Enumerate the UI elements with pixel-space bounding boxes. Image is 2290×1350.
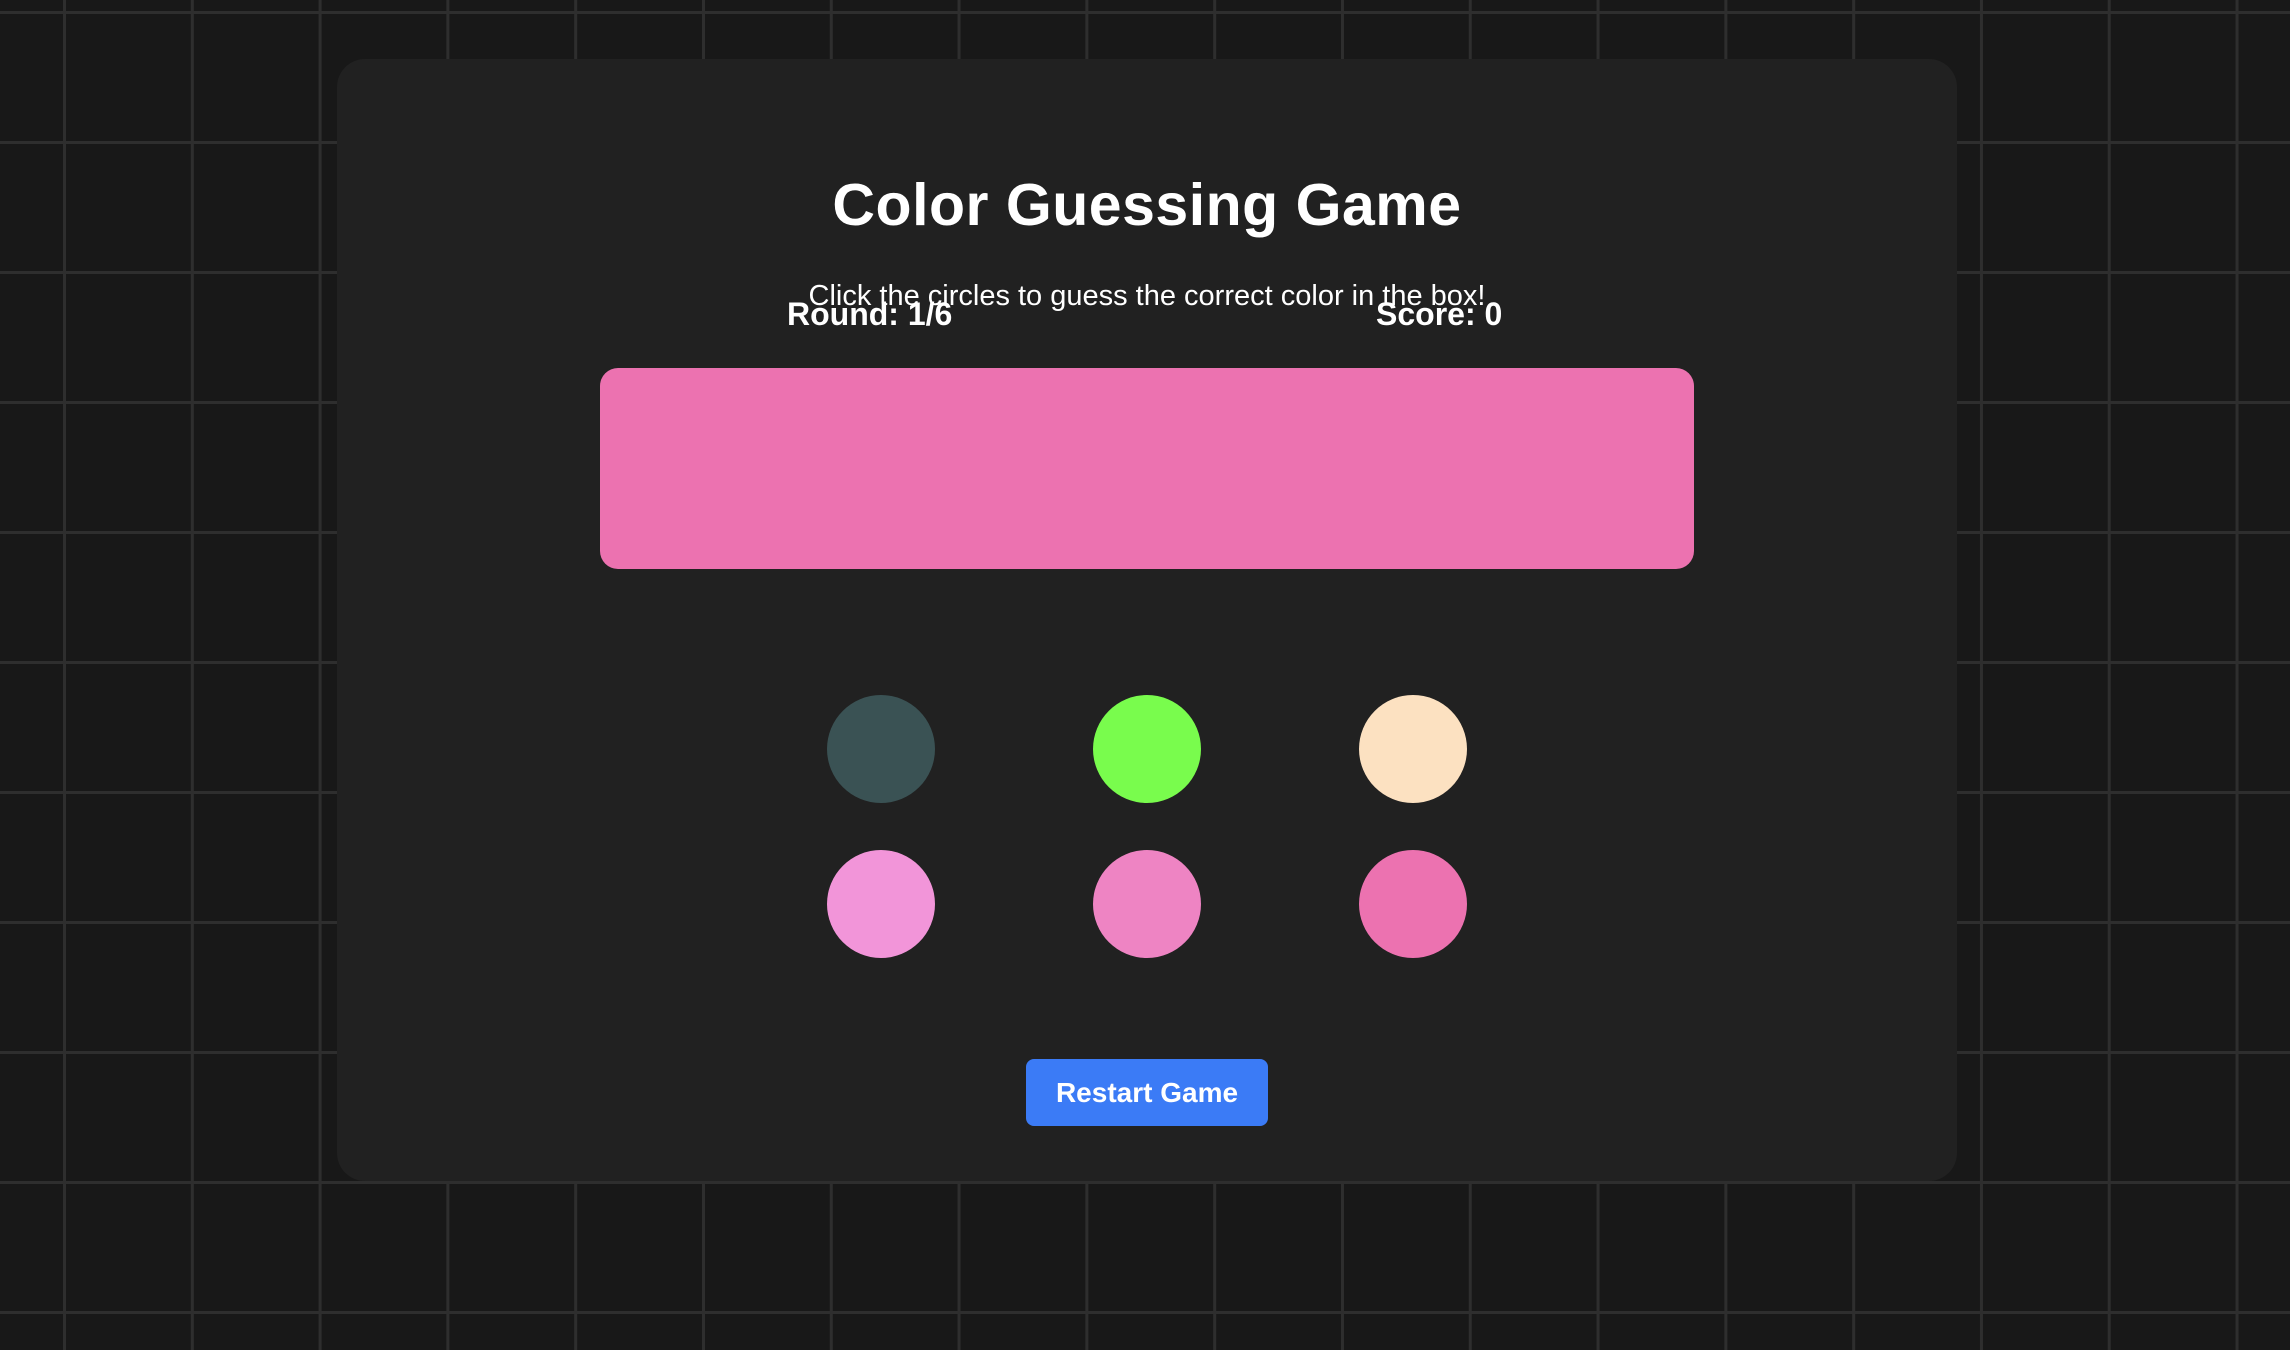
page-title: Color Guessing Game xyxy=(832,172,1462,238)
round-counter: Round: 1/6 xyxy=(787,296,953,332)
color-option-3[interactable] xyxy=(1359,695,1467,803)
color-option-1[interactable] xyxy=(827,695,935,803)
color-option-6[interactable] xyxy=(1359,850,1467,958)
target-color-box xyxy=(600,368,1694,569)
instructions-text: Click the circles to guess the correct c… xyxy=(808,280,1486,312)
score-counter: Score: 0 xyxy=(1376,296,1503,332)
game-card: Color Guessing Game Click the circles to… xyxy=(337,59,1957,1181)
color-option-5[interactable] xyxy=(1093,850,1201,958)
color-option-2[interactable] xyxy=(1093,695,1201,803)
color-options-grid xyxy=(827,695,1468,960)
restart-button[interactable]: Restart Game xyxy=(1026,1059,1268,1126)
color-option-4[interactable] xyxy=(827,850,935,958)
